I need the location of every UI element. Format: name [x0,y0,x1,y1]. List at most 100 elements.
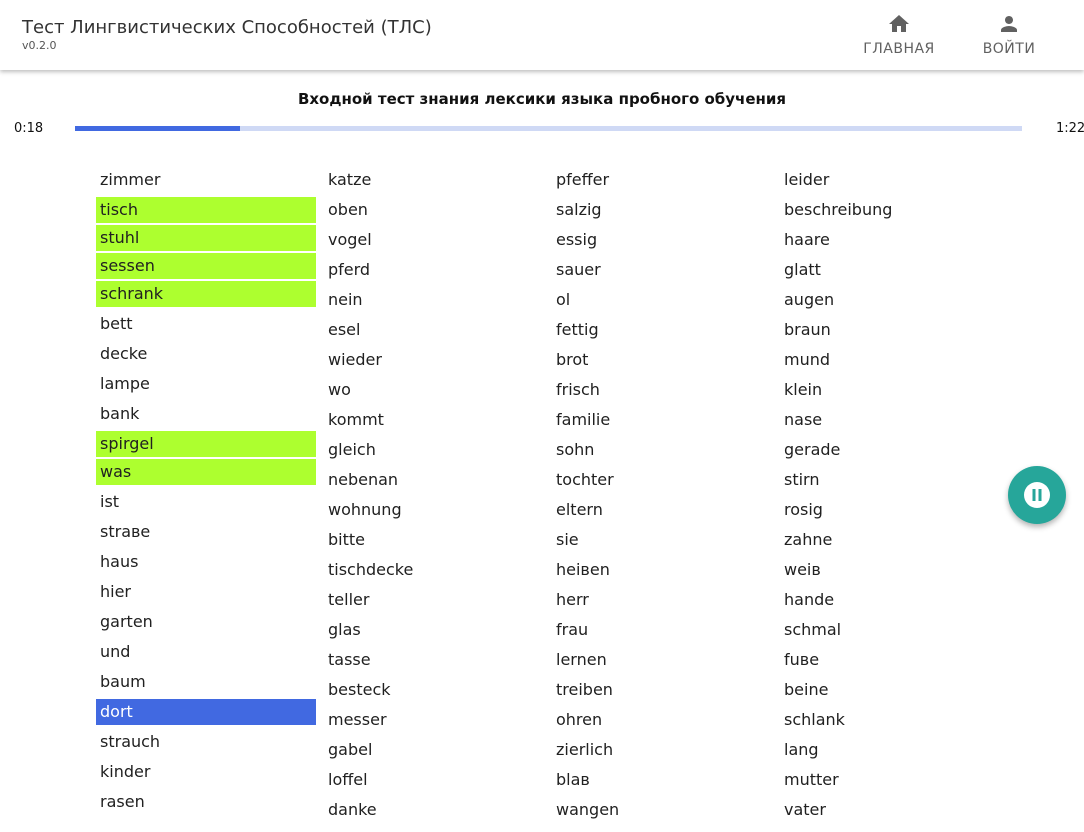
word-item[interactable]: ist [96,487,316,517]
word-item[interactable]: tochter [552,465,772,495]
word-item[interactable]: glas [324,615,544,645]
word-label: schmal [784,620,842,639]
word-item[interactable]: vater [780,795,1000,825]
word-item[interactable]: tisch [96,197,316,223]
word-item[interactable]: frisch [552,375,772,405]
login-button[interactable]: ВОЙТИ [976,8,1042,64]
word-item[interactable]: wangen [552,795,772,825]
word-label: nase [784,410,823,429]
word-label: tochter [556,470,614,489]
word-item[interactable]: lernen [552,645,772,675]
word-item[interactable]: sauer [552,255,772,285]
word-item[interactable]: hande [780,585,1000,615]
word-item[interactable]: ohren [552,705,772,735]
word-item[interactable]: braun [780,315,1000,345]
word-item[interactable]: mund [780,345,1000,375]
word-item[interactable]: schrank [96,281,316,307]
word-item[interactable]: beine [780,675,1000,705]
word-item[interactable]: stirn [780,465,1000,495]
word-item[interactable]: was [96,459,316,485]
word-item[interactable]: wo [324,375,544,405]
total-time: 1:22 [1056,121,1084,136]
word-item[interactable]: nebenan [324,465,544,495]
word-item[interactable]: nase [780,405,1000,435]
word-label: kinder [100,762,151,781]
word-item[interactable]: besteck [324,675,544,705]
word-item[interactable]: zahne [780,525,1000,555]
word-item[interactable]: sohn [552,435,772,465]
word-item[interactable]: nein [324,285,544,315]
word-item[interactable]: bett [96,309,316,339]
word-item[interactable]: zimmer [96,165,316,195]
word-item[interactable]: teller [324,585,544,615]
word-item[interactable]: bank [96,399,316,429]
word-item[interactable]: hier [96,577,316,607]
word-item[interactable]: pfeffer [552,165,772,195]
word-item[interactable]: fettig [552,315,772,345]
word-item[interactable]: glatt [780,255,1000,285]
word-item[interactable]: garten [96,607,316,637]
word-item[interactable]: loffel [324,765,544,795]
word-item[interactable]: salzig [552,195,772,225]
word-item[interactable]: mutter [780,765,1000,795]
word-item[interactable]: gabel [324,735,544,765]
pause-button[interactable] [1008,466,1066,524]
word-item[interactable]: weiв [780,555,1000,585]
word-item[interactable]: familie [552,405,772,435]
word-item[interactable]: herr [552,585,772,615]
word-item[interactable]: esel [324,315,544,345]
word-item[interactable]: vogel [324,225,544,255]
word-item[interactable]: sie [552,525,772,555]
word-item[interactable]: haus [96,547,316,577]
word-item[interactable]: zierlich [552,735,772,765]
word-item[interactable]: brot [552,345,772,375]
word-item[interactable]: wohnung [324,495,544,525]
home-button[interactable]: ГЛАВНАЯ [860,8,938,64]
word-item[interactable]: haare [780,225,1000,255]
word-item[interactable]: tischdecke [324,555,544,585]
word-item[interactable]: pferd [324,255,544,285]
word-item[interactable]: baum [96,667,316,697]
word-item[interactable]: stuhl [96,225,316,251]
word-label: messer [328,710,387,729]
word-item[interactable]: frau [552,615,772,645]
word-item[interactable]: leider [780,165,1000,195]
word-item[interactable]: fuве [780,645,1000,675]
word-item[interactable]: lampe [96,369,316,399]
word-item[interactable]: gerade [780,435,1000,465]
word-item[interactable]: klein [780,375,1000,405]
word-item[interactable]: kinder [96,757,316,787]
word-item[interactable]: eltern [552,495,772,525]
word-label: spirgel [100,434,154,453]
word-label: baum [100,672,146,691]
word-item[interactable]: dort [96,699,316,725]
word-item[interactable]: decke [96,339,316,369]
word-item[interactable]: und [96,637,316,667]
word-item[interactable]: katze [324,165,544,195]
word-item[interactable]: lang [780,735,1000,765]
word-item[interactable]: blaв [552,765,772,795]
word-item[interactable]: beschreibung [780,195,1000,225]
word-item[interactable]: kommt [324,405,544,435]
word-item[interactable]: rosig [780,495,1000,525]
word-item[interactable]: augen [780,285,1000,315]
word-item[interactable]: heiвen [552,555,772,585]
word-item[interactable]: danke [324,795,544,825]
word-item[interactable]: rasen [96,787,316,817]
word-item[interactable]: treiben [552,675,772,705]
word-item[interactable]: strauch [96,727,316,757]
word-item[interactable]: essig [552,225,772,255]
word-item[interactable]: sessen [96,253,316,279]
word-item[interactable]: oben [324,195,544,225]
word-item[interactable]: bitte [324,525,544,555]
word-label: rasen [100,792,145,811]
word-item[interactable]: straве [96,517,316,547]
word-item[interactable]: schmal [780,615,1000,645]
word-item[interactable]: gleich [324,435,544,465]
word-item[interactable]: spirgel [96,431,316,457]
word-item[interactable]: messer [324,705,544,735]
word-item[interactable]: schlank [780,705,1000,735]
word-item[interactable]: wieder [324,345,544,375]
word-item[interactable]: ol [552,285,772,315]
word-item[interactable]: tasse [324,645,544,675]
